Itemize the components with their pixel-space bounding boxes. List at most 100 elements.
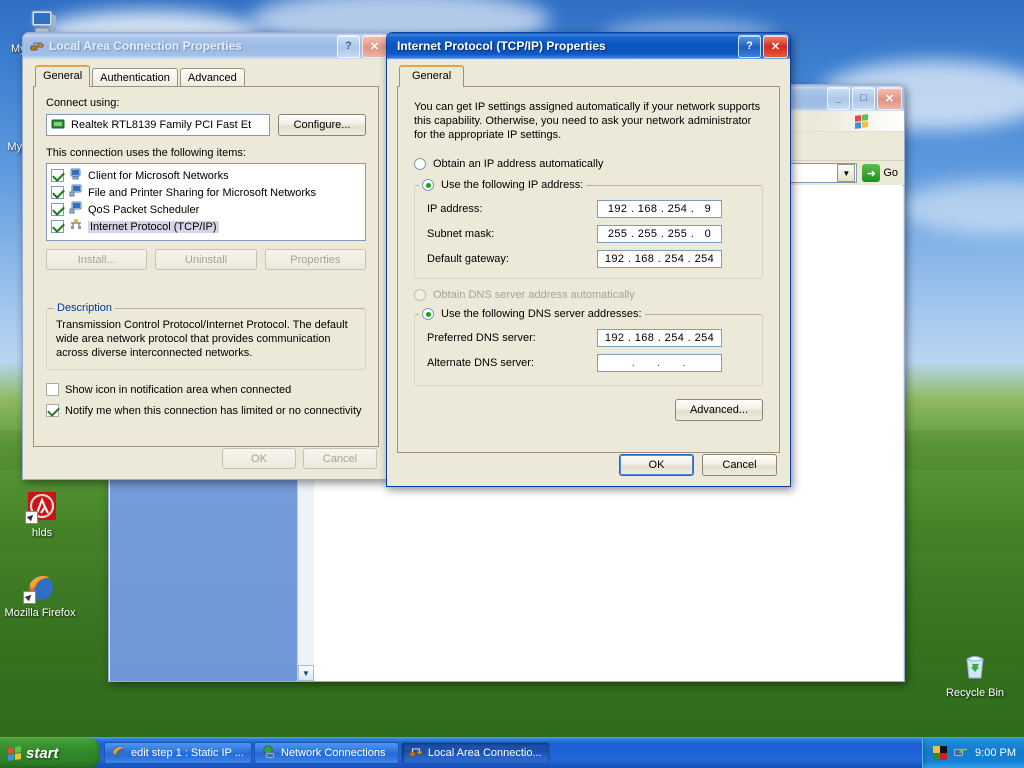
- help-button[interactable]: ?: [337, 34, 360, 58]
- tcpip-properties-dialog[interactable]: Internet Protocol (TCP/IP) Properties ? …: [386, 32, 791, 487]
- qos-icon: [69, 201, 83, 218]
- desktop-icon-recycle-bin[interactable]: Recycle Bin: [937, 650, 1013, 699]
- tab-authentication[interactable]: Authentication: [92, 68, 178, 87]
- use-following-dns-radio[interactable]: [422, 308, 434, 320]
- cancel-button[interactable]: Cancel: [702, 454, 777, 476]
- lan-dialog-window-buttons[interactable]: ? ✕: [337, 34, 387, 58]
- windows-flag-icon: [854, 113, 868, 129]
- preferred-dns-label: Preferred DNS server:: [427, 332, 536, 344]
- use-following-ip-row[interactable]: Use the following IP address:: [419, 179, 587, 191]
- default-gateway-row[interactable]: Default gateway: 192 . 168 . 254 . 254: [427, 250, 750, 268]
- clock[interactable]: 9:00 PM: [975, 747, 1016, 759]
- tcpip-dialog-buttons[interactable]: OK Cancel: [619, 454, 777, 476]
- component-label: File and Printer Sharing for Microsoft N…: [88, 186, 317, 199]
- ok-button[interactable]: OK: [222, 448, 296, 469]
- tcpip-dialog-titlebar[interactable]: Internet Protocol (TCP/IP) Properties ? …: [387, 33, 790, 59]
- component-label: QoS Packet Scheduler: [88, 203, 200, 216]
- show-icon-checkbox[interactable]: [46, 383, 59, 396]
- default-gateway-input[interactable]: 192 . 168 . 254 . 254: [597, 250, 722, 268]
- properties-button[interactable]: Properties: [264, 249, 366, 270]
- scroll-down-button[interactable]: ▼: [298, 665, 314, 681]
- shortcut-overlay-icon: [25, 511, 38, 524]
- ip-address-input[interactable]: 192 . 168 . 254 . 9: [597, 200, 722, 218]
- taskbar-button-network-connections[interactable]: Network Connections: [253, 742, 399, 764]
- use-following-dns-label: Use the following DNS server addresses:: [441, 308, 642, 320]
- tab-advanced[interactable]: Advanced: [179, 68, 245, 87]
- components-list[interactable]: Client for Microsoft Networks File and P…: [46, 163, 366, 241]
- explorer-window-buttons[interactable]: _ □ ✕: [827, 86, 902, 110]
- taskbar-button-label: Network Connections: [280, 747, 386, 759]
- desktop-icon-hlds[interactable]: hlds: [4, 490, 80, 539]
- component-checkbox[interactable]: [51, 186, 64, 199]
- tcpip-icon: [69, 218, 83, 235]
- taskbar-buttons[interactable]: edit step 1 : Static IP ... Network Conn…: [100, 738, 922, 768]
- lan-dialog-buttons[interactable]: OK Cancel: [222, 448, 377, 469]
- description-title: Description: [54, 302, 116, 314]
- subnet-mask-row[interactable]: Subnet mask: 255 . 255 . 255 . 0: [427, 225, 750, 243]
- alternate-dns-input[interactable]: . . .: [597, 354, 722, 372]
- chevron-down-icon[interactable]: ▼: [837, 164, 856, 182]
- ip-address-row[interactable]: IP address: 192 . 168 . 254 . 9: [427, 200, 750, 218]
- help-button[interactable]: ?: [738, 34, 761, 58]
- taskbar[interactable]: start edit step 1 : Static IP ... Networ…: [0, 737, 1024, 768]
- lan-dialog-titlebar[interactable]: Local Area Connection Properties ? ✕: [23, 33, 389, 59]
- lan-properties-dialog[interactable]: Local Area Connection Properties ? ✕ Gen…: [22, 32, 390, 480]
- obtain-dns-auto-radio[interactable]: [414, 289, 426, 301]
- preferred-dns-input[interactable]: 192 . 168 . 254 . 254: [597, 329, 722, 347]
- notify-checkbox-row[interactable]: Notify me when this connection has limit…: [46, 404, 362, 417]
- tcpip-dialog-tab-body: You can get IP settings assigned automat…: [397, 86, 780, 453]
- language-bar-icon[interactable]: [933, 746, 948, 760]
- uninstall-button[interactable]: Uninstall: [155, 249, 257, 270]
- show-icon-label: Show icon in notification area when conn…: [65, 383, 292, 396]
- windows-flag-banner: [818, 111, 904, 131]
- tcpip-dialog-window-buttons[interactable]: ? ✕: [738, 34, 788, 58]
- network-status-icon[interactable]: [953, 745, 969, 762]
- adapter-field[interactable]: Realtek RTL8139 Family PCI Fast Et: [46, 114, 270, 136]
- tcpip-dialog-title: Internet Protocol (TCP/IP) Properties: [397, 39, 606, 53]
- taskbar-button-label: Local Area Connectio...: [427, 747, 542, 759]
- advanced-button[interactable]: Advanced...: [675, 399, 763, 421]
- list-item[interactable]: Internet Protocol (TCP/IP): [51, 218, 361, 235]
- obtain-ip-auto-label: Obtain an IP address automatically: [433, 158, 604, 170]
- component-checkbox[interactable]: [51, 169, 64, 182]
- minimize-button[interactable]: _: [827, 86, 850, 110]
- component-checkbox[interactable]: [51, 220, 64, 233]
- alternate-dns-row[interactable]: Alternate DNS server: . . .: [427, 354, 750, 372]
- lan-dialog-tabs[interactable]: General Authentication Advanced: [33, 65, 379, 87]
- subnet-mask-input[interactable]: 255 . 255 . 255 . 0: [597, 225, 722, 243]
- connect-using-label: Connect using:: [46, 97, 120, 109]
- taskbar-button-firefox[interactable]: edit step 1 : Static IP ...: [104, 742, 252, 764]
- close-button[interactable]: ✕: [877, 86, 902, 110]
- start-button[interactable]: start: [0, 738, 100, 768]
- configure-button[interactable]: Configure...: [278, 114, 366, 136]
- close-button[interactable]: ✕: [763, 34, 788, 58]
- obtain-ip-auto-row[interactable]: Obtain an IP address automatically: [414, 158, 763, 170]
- notify-checkbox[interactable]: [46, 404, 59, 417]
- list-item[interactable]: QoS Packet Scheduler: [51, 201, 361, 218]
- obtain-ip-auto-radio[interactable]: [414, 158, 426, 170]
- list-item[interactable]: File and Printer Sharing for Microsoft N…: [51, 184, 361, 201]
- component-checkbox[interactable]: [51, 203, 64, 216]
- list-item[interactable]: Client for Microsoft Networks: [51, 167, 361, 184]
- cancel-button[interactable]: Cancel: [303, 448, 377, 469]
- desktop-icon-mozilla-firefox[interactable]: Mozilla Firefox: [2, 570, 78, 619]
- go-button[interactable]: ➜ Go: [862, 164, 898, 182]
- preferred-dns-row[interactable]: Preferred DNS server: 192 . 168 . 254 . …: [427, 329, 750, 347]
- maximize-button[interactable]: □: [852, 86, 875, 110]
- use-following-ip-radio[interactable]: [422, 179, 434, 191]
- show-icon-checkbox-row[interactable]: Show icon in notification area when conn…: [46, 383, 291, 396]
- lan-dialog-tab-body: Connect using: Realtek RTL8139 Family PC…: [33, 86, 379, 447]
- install-button[interactable]: Install...: [46, 249, 148, 270]
- subnet-mask-label: Subnet mask:: [427, 228, 495, 240]
- use-following-dns-row[interactable]: Use the following DNS server addresses:: [419, 308, 645, 320]
- system-tray[interactable]: 9:00 PM: [922, 738, 1024, 768]
- taskbar-button-local-area-connection[interactable]: Local Area Connectio...: [400, 742, 550, 764]
- tab-general[interactable]: General: [399, 65, 465, 87]
- network-connection-icon: [29, 38, 45, 54]
- notify-label: Notify me when this connection has limit…: [65, 404, 362, 417]
- close-button[interactable]: ✕: [362, 34, 387, 58]
- ok-button[interactable]: OK: [619, 454, 694, 476]
- tab-general[interactable]: General: [35, 65, 91, 87]
- obtain-dns-auto-row[interactable]: Obtain DNS server address automatically: [414, 289, 635, 301]
- tcpip-dialog-tabs[interactable]: General: [397, 65, 780, 87]
